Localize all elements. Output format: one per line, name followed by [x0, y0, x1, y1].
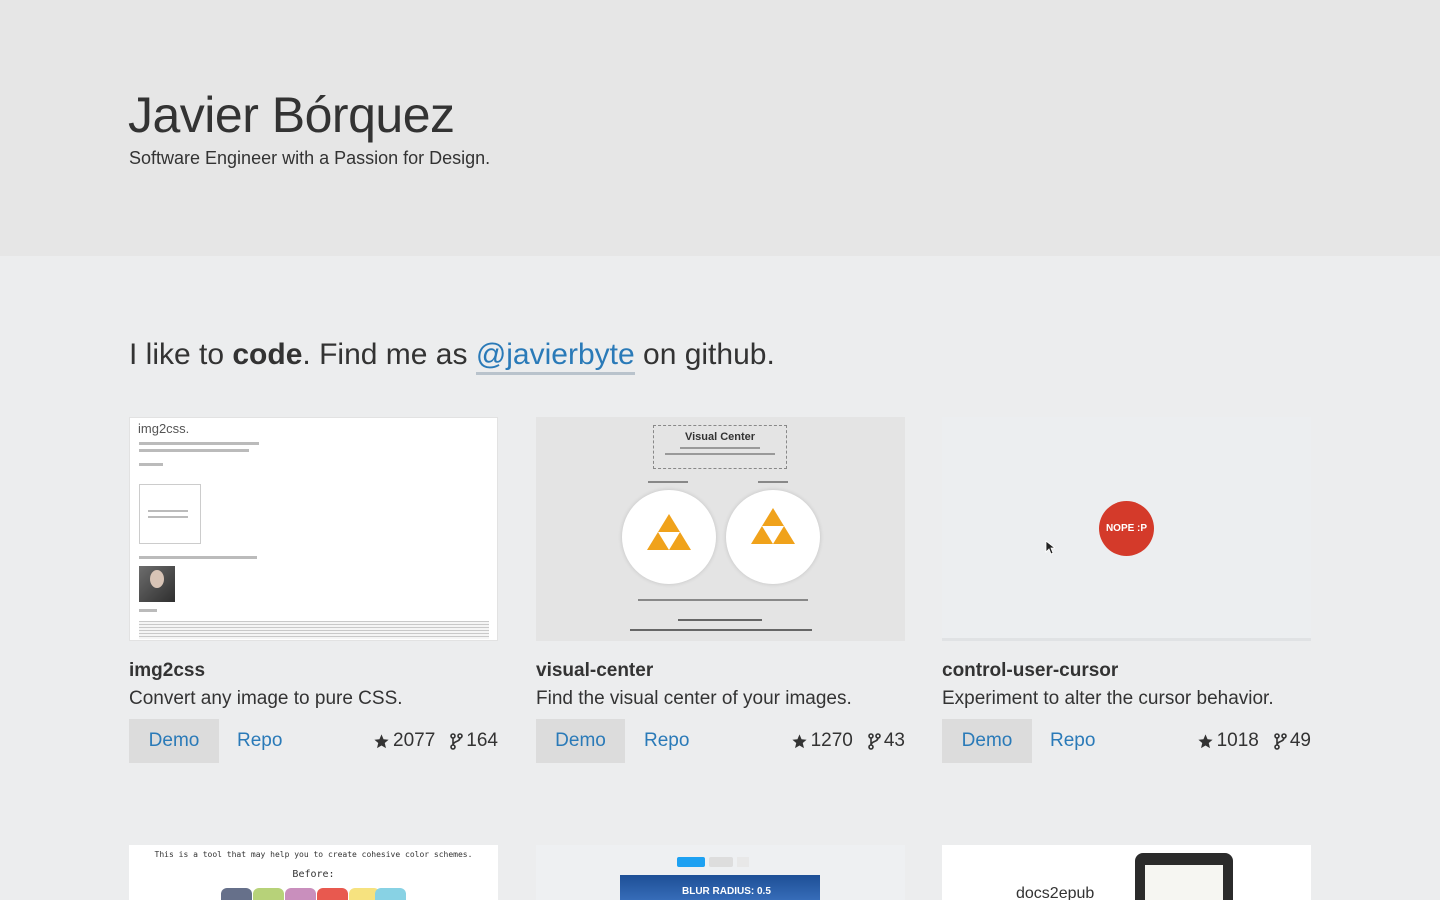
- intro-part: . Find me as: [302, 338, 476, 371]
- forks-stat: 43: [867, 730, 905, 752]
- thumb-line: [665, 453, 775, 455]
- triforce-icon: [751, 508, 795, 544]
- thumb-line: [678, 619, 762, 621]
- project-thumbnail[interactable]: Visual Center: [536, 417, 905, 641]
- color-swatch: [317, 888, 348, 900]
- project-description: Convert any image to pure CSS.: [129, 688, 403, 709]
- thumb-line: [680, 447, 760, 449]
- thumb-text: Before:: [292, 869, 335, 880]
- thumb-line: [758, 481, 788, 483]
- thumb-line: [630, 629, 812, 631]
- star-count-thumb: [737, 857, 749, 867]
- project-card-control-user-cursor: NOPE :P control-user-cursor Experiment t…: [942, 417, 1311, 767]
- thumb-text: docs2epub: [1016, 885, 1095, 900]
- fork-icon: [868, 732, 881, 750]
- intro-part: I like to: [129, 338, 233, 371]
- thumb-title: Visual Center: [684, 431, 756, 443]
- intro-bold: code: [232, 338, 303, 371]
- project-card-visual-center: Visual Center visual-center Find the vis…: [536, 417, 905, 767]
- repo-link[interactable]: Repo: [644, 719, 689, 763]
- project-thumbnail[interactable]: NOPE :P: [942, 417, 1311, 641]
- star-icon: [791, 733, 807, 748]
- thumb-line: [139, 556, 257, 559]
- project-stats: 2077 164: [373, 719, 498, 763]
- intro-text: I like to code. Find me as @javierbyte o…: [129, 338, 775, 375]
- thumb-line: [648, 481, 688, 483]
- color-swatch: [221, 888, 252, 900]
- star-button-thumb: [709, 857, 733, 867]
- triforce-circle: [726, 490, 820, 584]
- project-thumbnail-docs2epub[interactable]: docs2epub: [942, 845, 1311, 900]
- thumb-photo-face: [150, 570, 164, 588]
- tweet-button-thumb: [677, 857, 705, 867]
- hero-header: Javier Bórquez Software Engineer with a …: [0, 0, 1440, 256]
- project-thumbnail-color-schemes[interactable]: This is a tool that may help you to crea…: [129, 845, 498, 900]
- cursor-icon: [1045, 540, 1055, 555]
- stars-stat: 1270: [791, 730, 853, 752]
- stars-stat: 1018: [1197, 730, 1259, 752]
- repo-link[interactable]: Repo: [1050, 719, 1095, 763]
- stars-count: 2077: [393, 730, 436, 751]
- forks-count: 43: [883, 730, 905, 751]
- project-title: control-user-cursor: [942, 660, 1119, 681]
- thumb-title: img2css.: [138, 421, 190, 436]
- thumb-line: [148, 516, 188, 518]
- thumb-line: [139, 442, 259, 445]
- color-swatch: [285, 888, 316, 900]
- project-thumbnail[interactable]: img2css.: [129, 417, 498, 641]
- project-card-img2css: img2css. img2css Convert any image to pu…: [129, 417, 498, 767]
- thumb-line: [139, 463, 163, 466]
- thumb-header-box: Visual Center: [653, 425, 787, 469]
- color-swatch: [253, 888, 284, 900]
- fork-icon: [1274, 732, 1287, 750]
- thumb-line: [139, 449, 249, 452]
- nope-badge: NOPE :P: [1099, 501, 1154, 556]
- intro-part: on github.: [634, 338, 775, 371]
- project-thumbnail-blur[interactable]: BLUR RADIUS: 0.5: [536, 845, 905, 900]
- project-description: Find the visual center of your images.: [536, 688, 852, 709]
- project-stats: 1270 43: [791, 719, 905, 763]
- forks-count: 49: [1289, 730, 1311, 751]
- project-stats: 1018 49: [1197, 719, 1311, 763]
- ereader-screen: [1145, 865, 1223, 900]
- thumb-text: This is a tool that may help you to crea…: [154, 850, 473, 859]
- forks-count: 164: [466, 730, 498, 751]
- tagline: Software Engineer with a Passion for Des…: [129, 148, 491, 168]
- project-title: visual-center: [536, 660, 654, 681]
- github-handle-link[interactable]: @javierbyte: [475, 338, 635, 375]
- star-icon: [1197, 733, 1213, 748]
- color-swatch: [375, 888, 406, 900]
- repo-link[interactable]: Repo: [237, 719, 282, 763]
- forks-stat: 164: [449, 730, 498, 752]
- thumb-line: [148, 510, 188, 512]
- stars-stat: 2077: [373, 730, 435, 752]
- demo-button[interactable]: Demo: [942, 719, 1032, 763]
- demo-button[interactable]: Demo: [129, 719, 219, 763]
- fork-icon: [450, 732, 464, 750]
- thumb-text: BLUR RADIUS: 0.5: [682, 886, 771, 897]
- project-title: img2css: [129, 660, 206, 681]
- page-title: Javier Bórquez: [128, 87, 455, 143]
- triforce-icon: [647, 514, 691, 550]
- forks-stat: 49: [1273, 730, 1311, 752]
- thumb-code-block: [139, 621, 489, 639]
- thumb-line: [139, 609, 157, 612]
- project-description: Experiment to alter the cursor behavior.: [942, 688, 1274, 709]
- thumb-line: [638, 599, 808, 601]
- stars-count: 1270: [810, 730, 853, 751]
- thumb-dropzone: [139, 484, 201, 544]
- demo-button[interactable]: Demo: [536, 719, 625, 763]
- stars-count: 1018: [1216, 730, 1259, 751]
- triforce-circle: [622, 490, 716, 584]
- star-icon: [374, 733, 389, 748]
